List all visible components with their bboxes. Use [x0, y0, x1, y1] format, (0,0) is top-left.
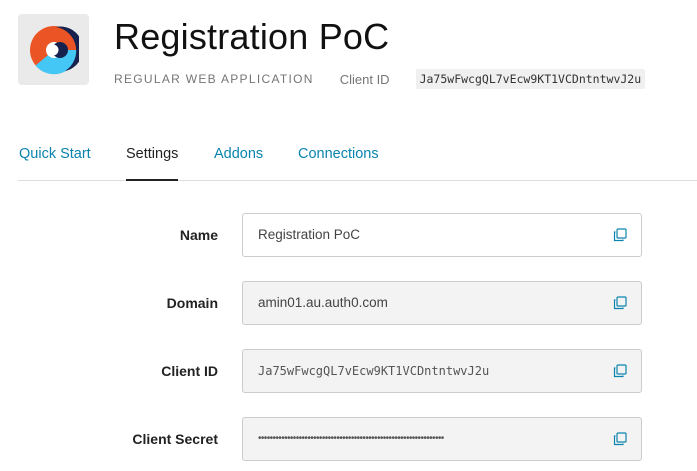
app-header: Registration PoC REGULAR WEB APPLICATION… — [18, 14, 697, 94]
client-secret-masked-value: ••••••••••••••••••••••••••••••••••••••••… — [258, 433, 444, 444]
copy-icon[interactable] — [613, 296, 627, 310]
tab-quick-start[interactable]: Quick Start — [19, 146, 91, 181]
client-secret-field[interactable]: ••••••••••••••••••••••••••••••••••••••••… — [242, 417, 642, 461]
domain-field-row: Domain amin01.au.auth0.com — [0, 281, 697, 325]
app-meta-row: REGULAR WEB APPLICATION Client ID Ja75wF… — [114, 69, 646, 89]
name-field-row: Name — [0, 213, 697, 257]
name-label: Name — [179, 227, 218, 243]
client-id-value[interactable]: Ja75wFwcgQL7vEcw9KT1VCDntntwvJ2u — [415, 69, 646, 89]
settings-tabs: Quick Start Settings Addons Connections — [18, 140, 697, 181]
domain-label: Domain — [166, 295, 218, 311]
client-id-field-label: Client ID — [161, 363, 218, 379]
client-id-field-value: Ja75wFwcgQL7vEcw9KT1VCDntntwvJ2u — [258, 364, 490, 378]
copy-icon[interactable] — [613, 228, 627, 242]
client-id-label: Client ID — [339, 71, 390, 87]
copy-icon[interactable] — [613, 364, 627, 378]
domain-field[interactable]: amin01.au.auth0.com — [242, 281, 642, 325]
auth0-app-logo-icon — [29, 25, 79, 74]
app-type-label: REGULAR WEB APPLICATION — [114, 72, 314, 86]
tab-settings[interactable]: Settings — [126, 146, 179, 181]
name-input[interactable] — [258, 214, 608, 256]
client-id-field[interactable]: Ja75wFwcgQL7vEcw9KT1VCDntntwvJ2u — [242, 349, 642, 393]
tab-addons[interactable]: Addons — [214, 146, 263, 181]
client-secret-field-row: Client Secret ••••••••••••••••••••••••••… — [0, 417, 697, 461]
domain-value: amin01.au.auth0.com — [258, 295, 388, 310]
tab-connections[interactable]: Connections — [298, 146, 379, 181]
name-field[interactable] — [242, 213, 642, 257]
copy-icon[interactable] — [613, 432, 627, 446]
app-logo-tile — [18, 14, 89, 85]
client-secret-label: Client Secret — [132, 431, 218, 447]
client-id-field-row: Client ID Ja75wFwcgQL7vEcw9KT1VCDntntwvJ… — [0, 349, 697, 393]
page-title: Registration PoC — [114, 16, 390, 57]
